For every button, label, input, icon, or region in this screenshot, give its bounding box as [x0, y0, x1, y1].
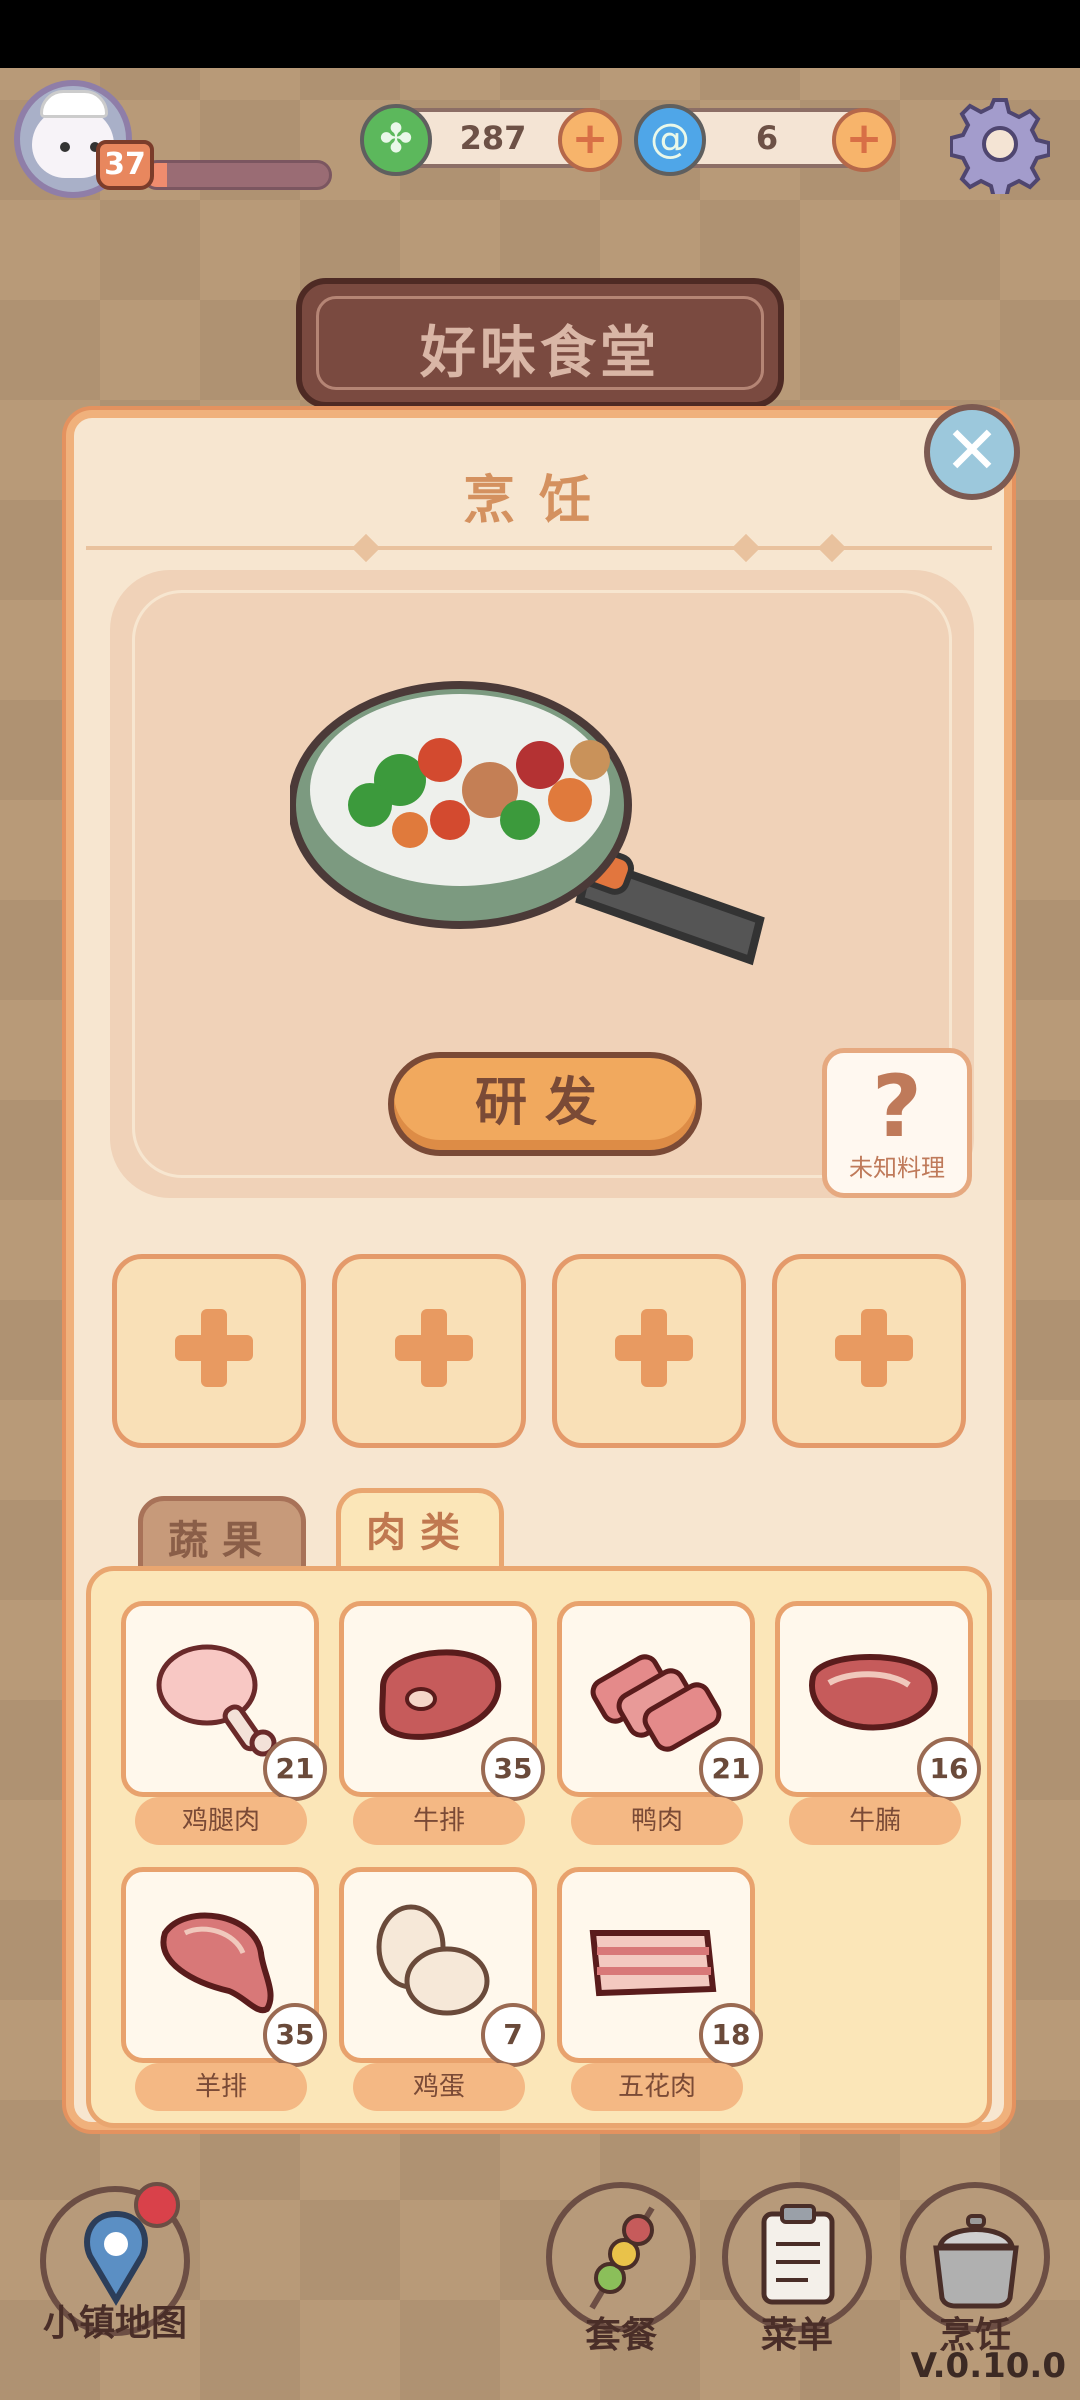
swirl-icon: @ — [634, 104, 706, 176]
ingredient-slot-2[interactable] — [332, 1254, 526, 1448]
gem-currency: @ 6 + — [634, 104, 896, 176]
ingredient-count: 21 — [263, 1737, 327, 1801]
ingredient-slot-1[interactable] — [112, 1254, 306, 1448]
status-bar — [0, 0, 1080, 68]
ingredient-card[interactable]: 35 羊排 — [121, 1867, 327, 2117]
ingredient-slot-4[interactable] — [772, 1254, 966, 1448]
clover-icon: ✤ — [360, 104, 432, 176]
ingredient-name: 牛腩 — [789, 1797, 961, 1845]
ingredient-card[interactable]: 21 鸭肉 — [557, 1601, 763, 1851]
tab-meat[interactable]: 肉类 — [336, 1488, 504, 1578]
ingredient-name: 鸭肉 — [571, 1797, 743, 1845]
ingredient-name: 鸡腿肉 — [135, 1797, 307, 1845]
unknown-recipe-label: 未知料理 — [849, 1154, 945, 1182]
ingredient-card[interactable]: 21 鸡腿肉 — [121, 1601, 327, 1851]
settings-gear-icon[interactable] — [950, 94, 1050, 194]
panel-title: 烹饪 — [462, 471, 615, 531]
ingredient-name: 五花肉 — [571, 2063, 743, 2111]
ingredient-count: 35 — [263, 2003, 327, 2067]
divider-ornament — [351, 533, 381, 563]
level-badge: 37 — [96, 140, 154, 190]
leaf-currency: ✤ 287 + — [360, 104, 622, 176]
ingredient-card[interactable]: 16 牛腩 — [775, 1601, 981, 1851]
ingredient-name: 牛排 — [353, 1797, 525, 1845]
xp-bar — [142, 160, 332, 190]
ingredient-grid: 21 鸡腿肉 35 牛排 21 鸭肉 16 牛腩 35 羊排 7 鸡蛋 18 五… — [86, 1566, 992, 2128]
ingredient-name: 羊排 — [135, 2063, 307, 2111]
add-leaf-button[interactable]: + — [558, 108, 622, 172]
divider-ornament — [731, 533, 761, 563]
plus-icon — [835, 1309, 913, 1387]
ingredient-slot-3[interactable] — [552, 1254, 746, 1448]
set-meal-label: 套餐 — [584, 2315, 657, 2356]
ingredient-count: 7 — [481, 2003, 545, 2067]
unknown-recipe-button[interactable]: ? 未知料理 — [822, 1048, 972, 1198]
close-button[interactable]: ✕ — [924, 404, 1020, 500]
gem-amount: 6 — [755, 119, 779, 157]
plus-icon — [395, 1309, 473, 1387]
ingredient-card[interactable]: 18 五花肉 — [557, 1867, 763, 2117]
ingredient-count: 16 — [917, 1737, 981, 1801]
restaurant-sign: 好味食堂 — [296, 278, 784, 408]
add-gem-button[interactable]: + — [832, 108, 896, 172]
frying-pan-icon — [290, 681, 765, 966]
ingredient-count: 21 — [699, 1737, 763, 1801]
plus-icon — [615, 1309, 693, 1387]
town-map-label: 小镇地图 — [42, 2303, 187, 2344]
title-divider — [86, 546, 992, 550]
ingredient-count: 35 — [481, 1737, 545, 1801]
restaurant-name: 好味食堂 — [420, 321, 660, 386]
cooking-panel: 烹饪 研发 ? 未知料理 蔬果 肉类 21 鸡腿肉 35 牛排 21 鸭肉 16… — [66, 410, 1012, 2130]
plus-icon — [175, 1309, 253, 1387]
cat-eye-icon — [60, 142, 70, 152]
ingredient-card[interactable]: 35 牛排 — [339, 1601, 545, 1851]
version-label: V.0.10.0 — [910, 2346, 1066, 2386]
research-button[interactable]: 研发 — [388, 1052, 702, 1156]
chef-hat-icon — [40, 90, 108, 118]
menu-label: 菜单 — [760, 2315, 833, 2356]
ingredient-count: 18 — [699, 2003, 763, 2067]
question-mark-icon: ? — [872, 1057, 922, 1157]
leaf-amount: 287 — [459, 119, 527, 157]
divider-ornament — [817, 533, 847, 563]
ingredient-card[interactable]: 7 鸡蛋 — [339, 1867, 545, 2117]
notification-dot — [134, 2182, 180, 2228]
ingredient-name: 鸡蛋 — [353, 2063, 525, 2111]
